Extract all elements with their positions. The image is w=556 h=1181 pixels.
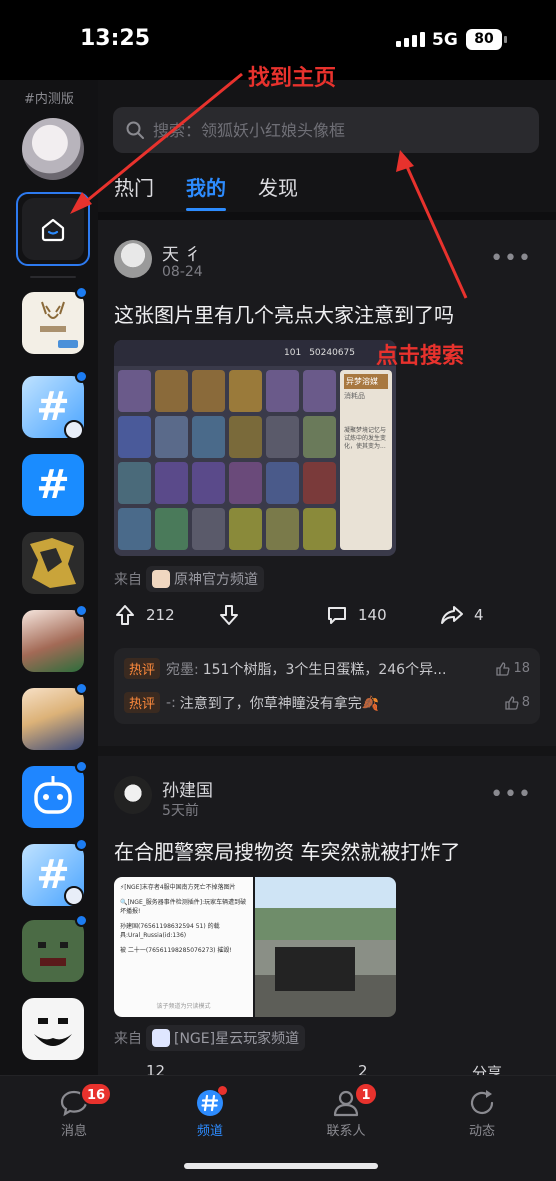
contacts-badge: 1 [354,1082,378,1106]
annotation-arrows [70,72,468,299]
nav-messages-label: 消息 [60,1124,87,1139]
nav-messages[interactable]: 16 消息 [34,1082,114,1139]
nav-contacts[interactable]: 1 联系人 [306,1082,386,1139]
nav-activity[interactable]: 动态 [442,1086,522,1139]
annotation-find-home: 找到主页 [248,66,337,91]
home-indicator[interactable] [184,1163,378,1169]
nav-contacts-label: 联系人 [326,1124,366,1139]
messages-badge: 16 [80,1082,113,1106]
nav-activity-label: 动态 [468,1124,495,1139]
nav-channels-label: 频道 [196,1124,223,1139]
annotation-click-search: 点击搜索 [376,344,465,369]
refresh-icon [470,1090,494,1115]
channels-dot [218,1086,227,1095]
nav-channels[interactable]: 频道 [170,1086,250,1139]
